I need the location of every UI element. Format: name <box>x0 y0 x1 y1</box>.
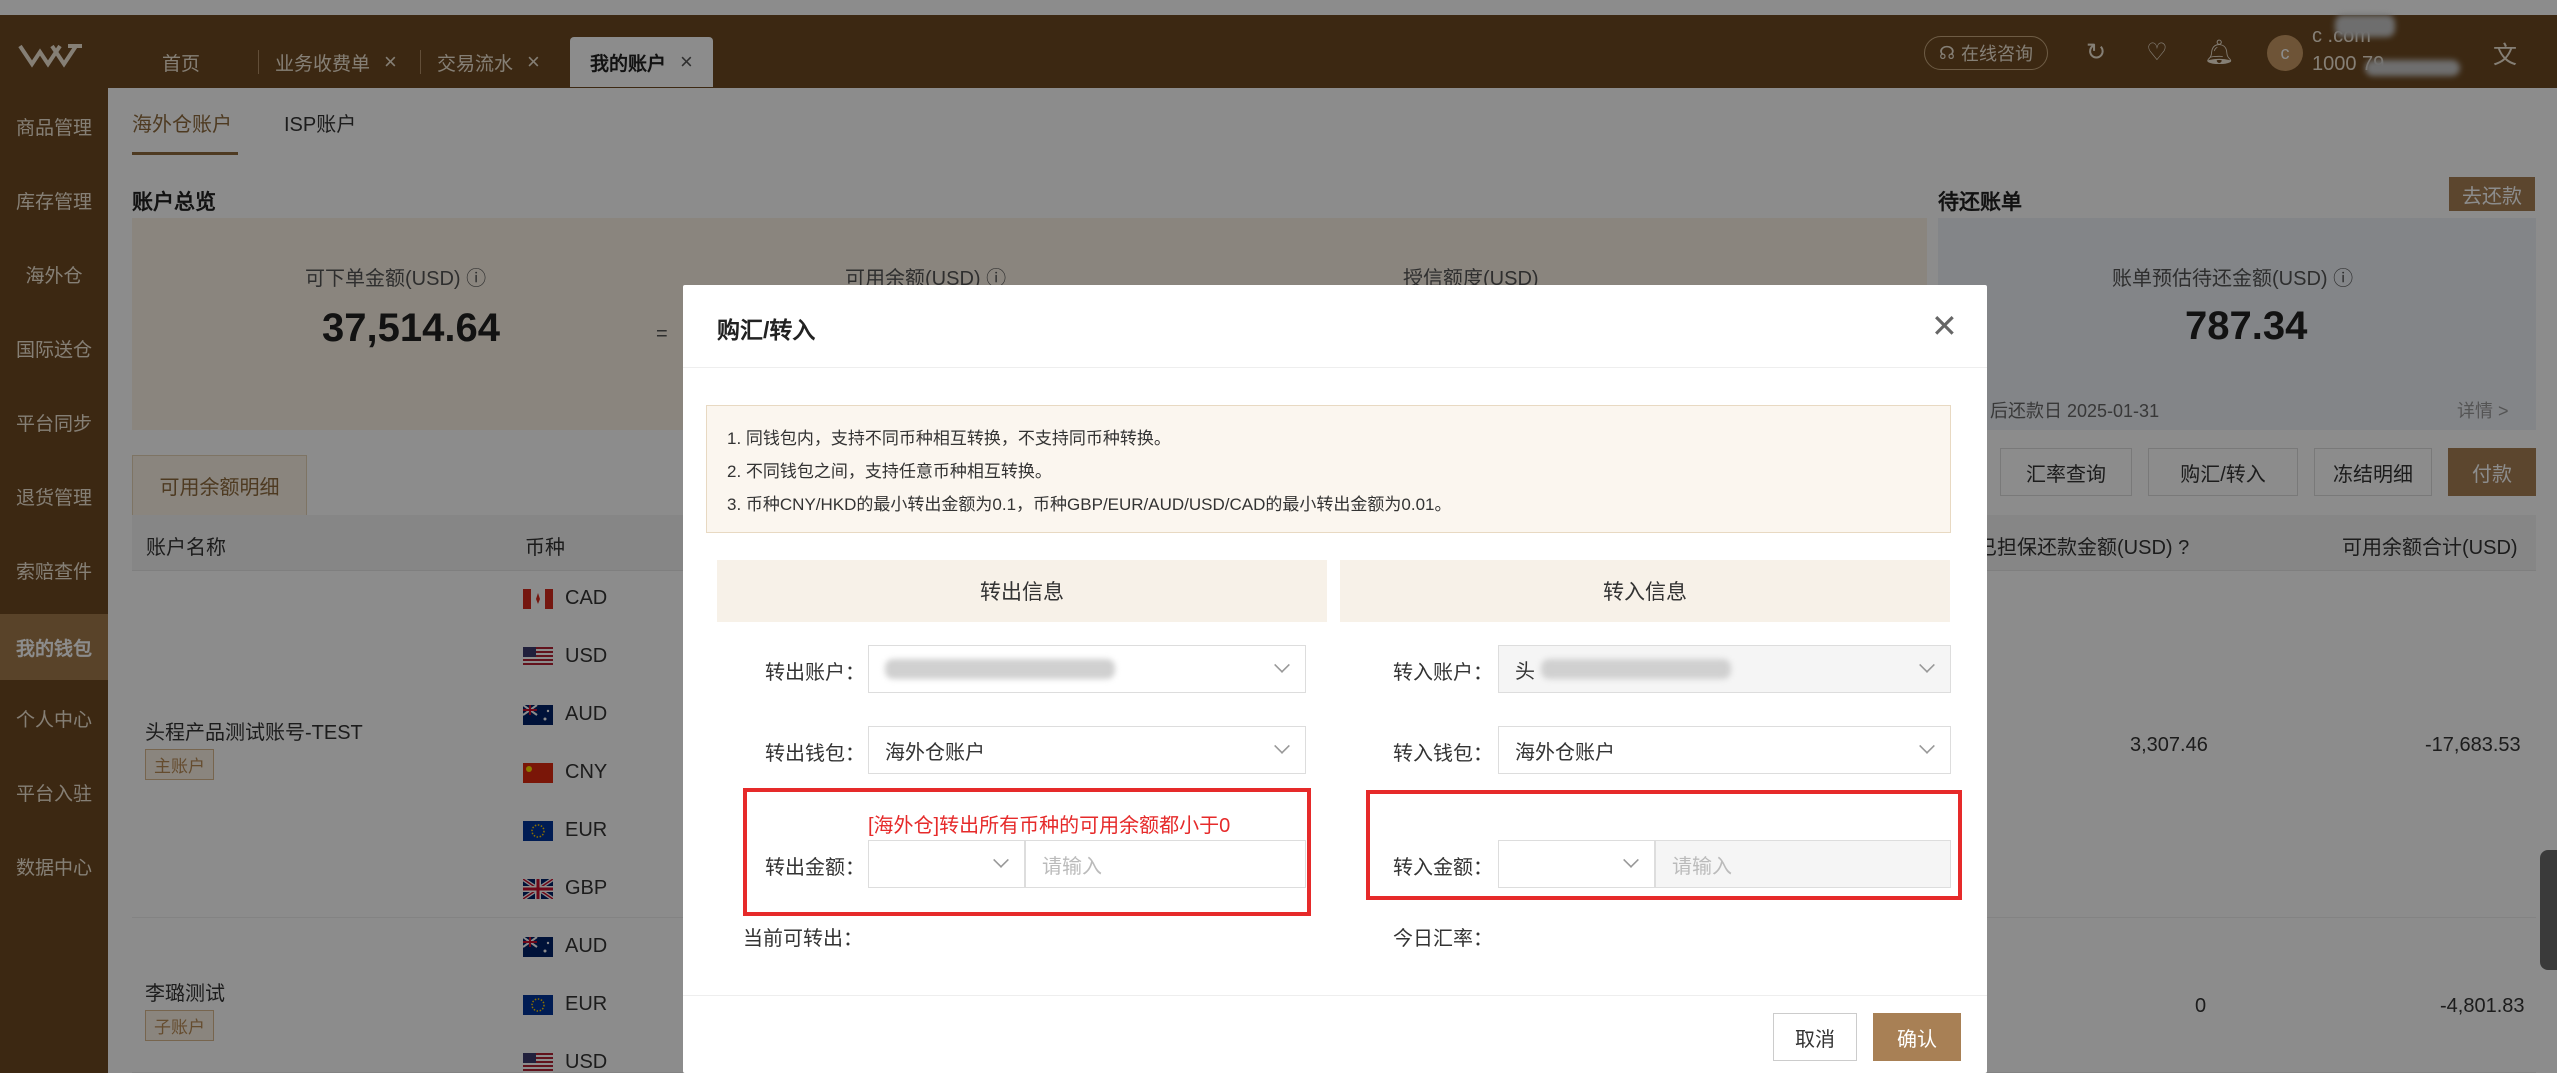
out-account-label: 转出账户： <box>765 662 865 684</box>
exchange-rate-label: 今日汇率： <box>1393 928 1493 950</box>
divider <box>683 995 1987 996</box>
out-account-select[interactable] <box>868 645 1306 693</box>
cancel-button[interactable]: 取消 <box>1773 1013 1857 1061</box>
chevron-down-icon <box>1919 738 1935 754</box>
selected-value: 海外仓账户 <box>885 741 985 764</box>
account-prefix: 头 <box>1515 660 1535 683</box>
in-currency-select[interactable] <box>1498 840 1655 888</box>
confirm-button[interactable]: 确认 <box>1873 1013 1961 1061</box>
out-amount-input[interactable]: 请输入 <box>1025 840 1306 888</box>
redaction <box>1541 659 1731 679</box>
out-info-header: 转出信息 <box>717 560 1327 622</box>
in-amount-label: 转入金额： <box>1393 857 1493 879</box>
in-account-select[interactable]: 头 <box>1498 645 1951 693</box>
close-icon[interactable]: ✕ <box>1931 307 1958 345</box>
chevron-down-icon <box>1274 738 1290 754</box>
dialog-title: 购汇/转入 <box>717 317 816 343</box>
chevron-down-icon <box>1274 657 1290 673</box>
divider <box>683 367 1987 368</box>
placeholder: 请输入 <box>1672 855 1732 878</box>
in-account-label: 转入账户： <box>1393 662 1493 684</box>
error-message: [海外仓]转出所有币种的可用余额都小于0 <box>868 815 1231 837</box>
out-wallet-select[interactable]: 海外仓账户 <box>868 726 1306 774</box>
notice-line: 1. 同钱包内，支持不同币种相互转换，不支持同币种转换。 <box>727 429 1171 448</box>
out-currency-select[interactable] <box>868 840 1025 888</box>
notice-line: 2. 不同钱包之间，支持任意币种相互转换。 <box>727 462 1052 481</box>
selected-value: 海外仓账户 <box>1515 741 1615 764</box>
in-wallet-label: 转入钱包： <box>1393 743 1493 765</box>
redaction <box>885 659 1115 679</box>
chevron-down-icon <box>993 852 1009 868</box>
chevron-down-icon <box>1919 657 1935 673</box>
in-amount-input[interactable]: 请输入 <box>1655 840 1951 888</box>
placeholder: 请输入 <box>1042 855 1102 878</box>
exchange-transfer-dialog: 购汇/转入 ✕ 1. 同钱包内，支持不同币种相互转换，不支持同币种转换。 2. … <box>683 285 1987 1073</box>
chevron-down-icon <box>1623 852 1639 868</box>
out-amount-label: 转出金额： <box>765 857 865 879</box>
out-available-label: 当前可转出： <box>743 928 863 950</box>
notice-line: 3. 币种CNY/HKD的最小转出金额为0.1，币种GBP/EUR/AUD/US… <box>727 495 1452 514</box>
in-info-header: 转入信息 <box>1340 560 1950 622</box>
notice-box: 1. 同钱包内，支持不同币种相互转换，不支持同币种转换。 2. 不同钱包之间，支… <box>706 405 1951 533</box>
in-wallet-select[interactable]: 海外仓账户 <box>1498 726 1951 774</box>
out-wallet-label: 转出钱包： <box>765 743 865 765</box>
